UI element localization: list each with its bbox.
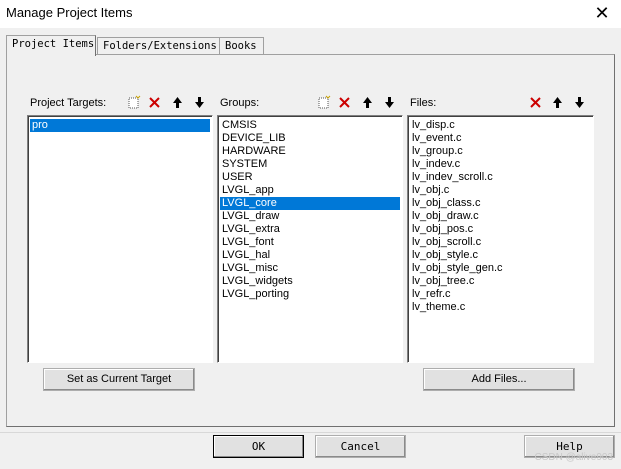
- ok-button[interactable]: OK: [213, 435, 304, 458]
- title-bar: Manage Project Items ✕: [0, 0, 621, 28]
- groups-list[interactable]: CMSIS DEVICE_LIB HARDWARE SYSTEM USER LV…: [217, 115, 403, 363]
- new-item-icon: [318, 95, 331, 109]
- list-item[interactable]: LVGL_app: [220, 184, 400, 197]
- list-item[interactable]: USER: [220, 171, 400, 184]
- cancel-button[interactable]: Cancel: [315, 435, 406, 458]
- move-target-down-button[interactable]: [191, 94, 208, 111]
- files-panel: Files: lv_disp.c lv_event.c lv_group.c l…: [407, 91, 594, 363]
- tab-project-items[interactable]: Project Items: [6, 35, 96, 56]
- move-file-down-button[interactable]: [571, 94, 588, 111]
- delete-icon: [339, 97, 350, 108]
- arrow-down-icon: [575, 97, 584, 108]
- move-group-down-button[interactable]: [381, 94, 398, 111]
- tab-books[interactable]: Books: [219, 37, 264, 55]
- close-icon[interactable]: ✕: [589, 1, 615, 25]
- list-item[interactable]: lv_event.c: [410, 132, 591, 145]
- list-item[interactable]: lv_obj.c: [410, 184, 591, 197]
- list-item[interactable]: SYSTEM: [220, 158, 400, 171]
- files-label: Files:: [410, 97, 437, 109]
- delete-icon: [149, 97, 160, 108]
- list-item[interactable]: lv_obj_tree.c: [410, 275, 591, 288]
- add-files-button[interactable]: Add Files...: [423, 368, 575, 391]
- list-item[interactable]: LVGL_extra: [220, 223, 400, 236]
- list-item[interactable]: lv_indev.c: [410, 158, 591, 171]
- list-item[interactable]: pro: [30, 119, 210, 132]
- arrow-down-icon: [385, 97, 394, 108]
- list-item[interactable]: LVGL_hal: [220, 249, 400, 262]
- list-item[interactable]: HARDWARE: [220, 145, 400, 158]
- list-item[interactable]: lv_obj_style_gen.c: [410, 262, 591, 275]
- delete-file-button[interactable]: [527, 94, 544, 111]
- arrow-up-icon: [363, 97, 372, 108]
- arrow-up-icon: [553, 97, 562, 108]
- list-item[interactable]: lv_group.c: [410, 145, 591, 158]
- move-group-up-button[interactable]: [359, 94, 376, 111]
- list-item[interactable]: DEVICE_LIB: [220, 132, 400, 145]
- groups-panel: Groups: CMSIS DEVICE_LIB HARDWARE SYSTEM…: [217, 91, 403, 363]
- list-item[interactable]: LVGL_misc: [220, 262, 400, 275]
- watermark: CSDN @alive903: [534, 452, 613, 463]
- list-item[interactable]: lv_refr.c: [410, 288, 591, 301]
- new-group-button[interactable]: [315, 94, 332, 111]
- list-item[interactable]: LVGL_core: [220, 197, 400, 210]
- list-item[interactable]: lv_obj_style.c: [410, 249, 591, 262]
- list-item[interactable]: lv_disp.c: [410, 119, 591, 132]
- list-item[interactable]: LVGL_font: [220, 236, 400, 249]
- list-item[interactable]: LVGL_porting: [220, 288, 400, 301]
- list-item[interactable]: lv_theme.c: [410, 301, 591, 314]
- list-item[interactable]: lv_obj_draw.c: [410, 210, 591, 223]
- new-target-button[interactable]: [125, 94, 142, 111]
- groups-label: Groups:: [220, 97, 260, 109]
- files-list[interactable]: lv_disp.c lv_event.c lv_group.c lv_indev…: [407, 115, 594, 363]
- project-targets-panel: Project Targets: pro: [27, 91, 213, 363]
- list-item[interactable]: CMSIS: [220, 119, 400, 132]
- move-file-up-button[interactable]: [549, 94, 566, 111]
- list-item[interactable]: LVGL_draw: [220, 210, 400, 223]
- tab-folders-extensions[interactable]: Folders/Extensions: [97, 37, 220, 55]
- project-targets-label: Project Targets:: [30, 97, 107, 109]
- delete-group-button[interactable]: [336, 94, 353, 111]
- arrow-up-icon: [173, 97, 182, 108]
- delete-icon: [530, 97, 541, 108]
- arrow-down-icon: [195, 97, 204, 108]
- new-item-icon: [128, 95, 141, 109]
- project-targets-list[interactable]: pro: [27, 115, 213, 363]
- list-item[interactable]: lv_indev_scroll.c: [410, 171, 591, 184]
- window-title: Manage Project Items: [6, 5, 133, 20]
- list-item[interactable]: lv_obj_pos.c: [410, 223, 591, 236]
- footer-divider: [0, 432, 621, 433]
- set-current-target-button[interactable]: Set as Current Target: [43, 368, 195, 391]
- delete-target-button[interactable]: [146, 94, 163, 111]
- files-header: Files:: [407, 91, 594, 115]
- list-item[interactable]: lv_obj_scroll.c: [410, 236, 591, 249]
- groups-header: Groups:: [217, 91, 403, 115]
- list-item[interactable]: LVGL_widgets: [220, 275, 400, 288]
- project-targets-header: Project Targets:: [27, 91, 213, 115]
- list-item[interactable]: lv_obj_class.c: [410, 197, 591, 210]
- move-target-up-button[interactable]: [169, 94, 186, 111]
